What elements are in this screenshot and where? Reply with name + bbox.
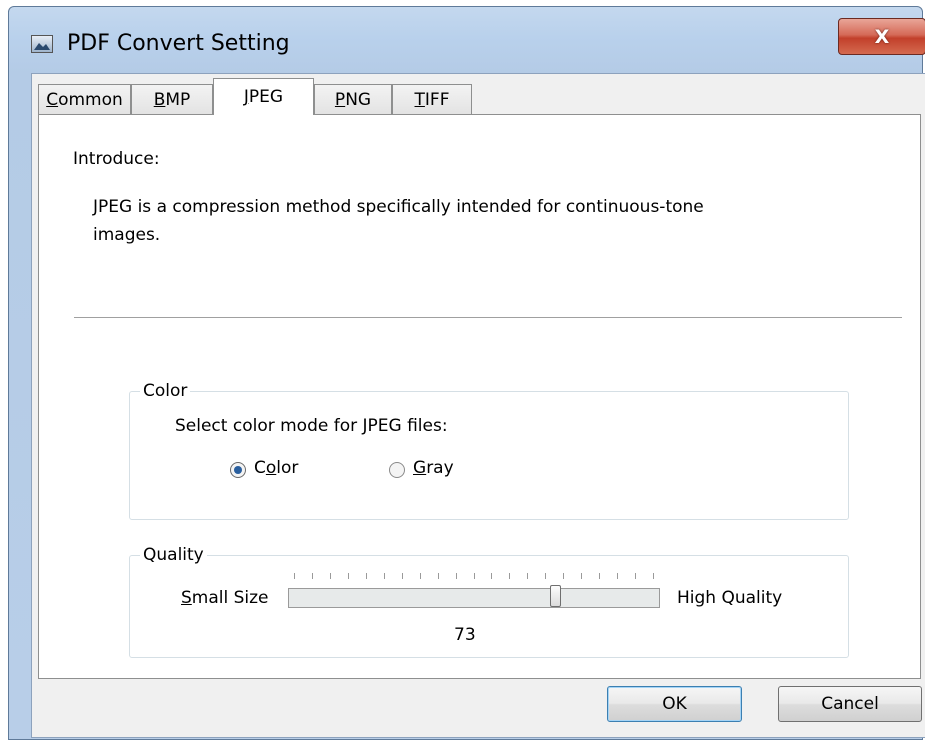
slider-tick <box>563 573 564 579</box>
slider-tick <box>509 573 510 579</box>
quality-value: 73 <box>454 625 476 645</box>
quality-slider-track[interactable] <box>288 588 660 608</box>
slider-tick <box>366 573 367 579</box>
tab-png[interactable]: PNG <box>314 84 392 114</box>
tab-tiff-label: TIFF <box>414 89 450 110</box>
slider-tick <box>527 573 528 579</box>
app-icon <box>31 35 53 53</box>
tab-jpeg-label: JPEG <box>243 87 284 107</box>
introduce-heading: Introduce: <box>73 149 160 169</box>
close-button[interactable]: X <box>838 18 925 55</box>
close-icon: X <box>874 25 890 48</box>
dialog-client-area: Common BMP JPEG PNG TIFF Introduce: JPEG… <box>31 73 925 738</box>
jpeg-tab-panel: Introduce: JPEG is a compression method … <box>38 114 921 679</box>
slider-tick <box>474 573 475 579</box>
ok-button-label: OK <box>662 694 687 714</box>
color-mode-prompt: Select color mode for JPEG files: <box>175 416 448 436</box>
cancel-button[interactable]: Cancel <box>778 686 922 722</box>
introduce-text-line2: images. <box>93 225 161 245</box>
section-divider <box>74 317 902 319</box>
slider-tick <box>456 573 457 579</box>
tab-bmp[interactable]: BMP <box>131 84 213 114</box>
tab-common-label: Common <box>46 89 123 110</box>
ok-button[interactable]: OK <box>607 686 742 722</box>
dialog-window: PDF Convert Setting X Common BMP JPEG PN… <box>8 6 925 740</box>
tab-jpeg[interactable]: JPEG <box>213 78 314 115</box>
slider-tick <box>491 573 492 579</box>
tab-tiff[interactable]: TIFF <box>392 84 472 114</box>
slider-tick <box>545 573 546 579</box>
slider-tick <box>420 573 421 579</box>
slider-tick <box>617 573 618 579</box>
radio-gray[interactable] <box>388 461 406 479</box>
slider-max-label: High Quality <box>677 588 783 608</box>
slider-tick <box>402 573 403 579</box>
quality-slider-thumb[interactable] <box>550 585 561 607</box>
tab-bmp-label: BMP <box>153 89 191 110</box>
cancel-button-label: Cancel <box>821 694 879 714</box>
introduce-text-line1: JPEG is a compression method specificall… <box>93 197 704 217</box>
radio-gray-label[interactable]: Gray <box>413 458 454 478</box>
slider-tick <box>653 573 654 579</box>
tab-common[interactable]: Common <box>38 84 131 114</box>
slider-tick <box>635 573 636 579</box>
radio-color-label[interactable]: Color <box>254 458 298 478</box>
slider-tick <box>384 573 385 579</box>
color-groupbox: Color <box>129 381 849 520</box>
quality-group-legend: Quality <box>140 545 207 565</box>
slider-tick <box>599 573 600 579</box>
color-group-legend: Color <box>140 381 191 401</box>
slider-tick <box>330 573 331 579</box>
tab-png-label: PNG <box>334 89 372 110</box>
slider-tick <box>312 573 313 579</box>
slider-tick <box>294 573 295 579</box>
slider-tick <box>581 573 582 579</box>
radio-color[interactable] <box>229 461 247 479</box>
slider-tick <box>438 573 439 579</box>
slider-ticks <box>294 573 654 583</box>
slider-tick <box>348 573 349 579</box>
slider-min-label: Small Size <box>181 588 269 608</box>
window-title: PDF Convert Setting <box>67 31 290 56</box>
